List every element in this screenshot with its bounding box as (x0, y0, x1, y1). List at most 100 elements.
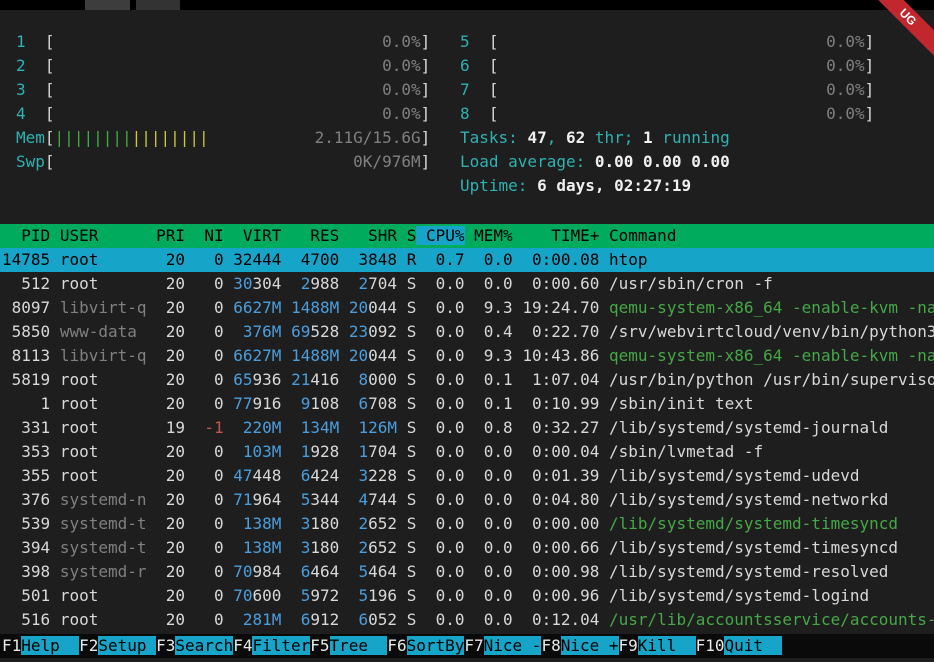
fkey-f2-setup[interactable]: F2Setup (79, 636, 156, 655)
process-table: PID USER PRI NI VIRT RES SHR S CPU% MEM%… (0, 224, 934, 632)
titlebar-tab-1[interactable] (85, 0, 130, 10)
process-nice: 0 (195, 514, 224, 533)
process-time: 0:04.80 (522, 490, 599, 509)
column-header-virt[interactable]: VIRT (233, 226, 281, 245)
process-row[interactable]: 353 root 20 0 103M 1928 1704 S 0.0 0.0 0… (0, 440, 934, 464)
process-time: 0:12.04 (522, 610, 599, 629)
process-pid: 8097 (2, 298, 50, 317)
process-row[interactable]: 376 systemd-n 20 0 71964 5344 4744 S 0.0… (0, 488, 934, 512)
fkey-f3-search[interactable]: F3Search (156, 636, 233, 655)
process-row[interactable]: 394 systemd-t 20 0 138M 3180 2652 S 0.0 … (0, 536, 934, 560)
column-header-shr[interactable]: SHR (349, 226, 397, 245)
fkey-f4-filter[interactable]: F4Filter (233, 636, 310, 655)
process-priority: 20 (156, 514, 185, 533)
process-pid: 355 (2, 466, 50, 485)
fkey-f5-tree[interactable]: F5Tree (310, 636, 387, 655)
fkey-f1-help[interactable]: F1Help (2, 636, 79, 655)
process-time: 0:00.96 (522, 586, 599, 605)
titlebar-tab-2[interactable] (136, 0, 180, 10)
process-time: 0:00.98 (522, 562, 599, 581)
process-row[interactable]: 14785 root 20 0 32444 4700 3848 R 0.7 0.… (0, 248, 934, 272)
fkey-number: F1 (2, 636, 21, 655)
process-row[interactable]: 5819 root 20 0 65936 21416 8000 S 0.0 0.… (0, 368, 934, 392)
meter-value: 0.0% (499, 56, 865, 75)
process-row[interactable]: 8097 libvirt-q 20 0 6627M 1488M 20044 S … (0, 296, 934, 320)
column-header-cpu[interactable]: CPU% (416, 226, 464, 245)
process-row[interactable]: 1 root 20 0 77916 9108 6708 S 0.0 0.1 0:… (0, 392, 934, 416)
process-row[interactable]: 5850 www-data 20 0 376M 69528 23092 S 0.… (0, 320, 934, 344)
column-header-res[interactable]: RES (291, 226, 339, 245)
process-cpu-percent: 0.0 (426, 514, 465, 533)
column-header-s[interactable]: S (407, 226, 417, 245)
column-header-command[interactable]: Command (609, 226, 676, 245)
process-user: root (60, 274, 147, 293)
process-row[interactable]: 516 root 20 0 281M 6912 6052 S 0.0 0.0 0… (0, 608, 934, 632)
process-command: qemu-system-x86_64 -enable-kvm -na (609, 346, 934, 365)
process-cpu-percent: 0.7 (426, 250, 465, 269)
process-row[interactable]: 331 root 19 -1 220M 134M 126M S 0.0 0.8 … (0, 416, 934, 440)
fkey-action-label: Quit (724, 636, 782, 655)
load-average-value: 0.00 0.00 0.00 (595, 152, 730, 171)
process-cpu-percent: 0.0 (426, 538, 465, 557)
mem-value: 3 (291, 538, 310, 557)
process-state: S (407, 442, 417, 461)
meter-label: Mem (16, 128, 45, 147)
process-row[interactable]: 398 systemd-r 20 0 70984 6464 5464 S 0.0… (0, 560, 934, 584)
process-pid: 539 (2, 514, 50, 533)
process-row[interactable]: 501 root 20 0 70600 5972 5196 S 0.0 0.0 … (0, 584, 934, 608)
fkey-f8-nice[interactable]: F8Nice + (541, 636, 618, 655)
process-row[interactable]: 355 root 20 0 47448 6424 3228 S 0.0 0.0 … (0, 464, 934, 488)
fkey-number: F2 (79, 636, 98, 655)
process-mem-percent: 0.1 (474, 370, 513, 389)
process-nice: 0 (195, 562, 224, 581)
column-header-pid[interactable]: PID (2, 226, 50, 245)
process-user: systemd-t (60, 514, 147, 533)
process-cpu-percent: 0.0 (426, 274, 465, 293)
process-user: root (60, 394, 147, 413)
process-state: S (407, 370, 417, 389)
column-header-mem[interactable]: MEM% (474, 226, 513, 245)
process-cpu-percent: 0.0 (426, 346, 465, 365)
fkey-number: F10 (696, 636, 725, 655)
fkey-f10-quit[interactable]: F10Quit (696, 636, 783, 655)
process-row[interactable]: 512 root 20 0 30304 2988 2704 S 0.0 0.0 … (0, 272, 934, 296)
fkey-action-label: Kill (638, 636, 696, 655)
process-priority: 19 (156, 418, 185, 437)
process-nice: -1 (195, 418, 224, 437)
process-mem-percent: 0.0 (474, 466, 513, 485)
process-time: 0:22.70 (522, 322, 599, 341)
process-command: htop (609, 250, 648, 269)
process-pid: 516 (2, 610, 50, 629)
column-header-ni[interactable]: NI (195, 226, 224, 245)
load-average-label: Load average: (460, 152, 595, 171)
mem-value: 20 (349, 346, 368, 365)
process-time: 19:24.70 (522, 298, 599, 317)
process-command: qemu-system-x86_64 -enable-kvm -na (609, 298, 934, 317)
process-nice: 0 (195, 586, 224, 605)
process-state: S (407, 466, 417, 485)
column-header-time[interactable]: TIME+ (522, 226, 599, 245)
process-user: systemd-t (60, 538, 147, 557)
fkey-f6-sortby[interactable]: F6SortBy (387, 636, 464, 655)
column-header-user[interactable]: USER (60, 226, 147, 245)
meter-label: 6 (460, 56, 489, 75)
load-average: Load average: 0.00 0.00 0.00 (460, 150, 874, 174)
process-priority: 20 (156, 274, 185, 293)
column-header-pri[interactable]: PRI (156, 226, 185, 245)
process-pid: 331 (2, 418, 50, 437)
mem-value: 23 (349, 322, 368, 341)
mem-value: 30 (233, 274, 252, 293)
fkey-f7-nice[interactable]: F7Nice - (464, 636, 541, 655)
fkey-f9-kill[interactable]: F9Kill (619, 636, 696, 655)
mem-value: 9 (291, 394, 310, 413)
process-time: 0:00.00 (522, 514, 599, 533)
process-row[interactable]: 539 systemd-t 20 0 138M 3180 2652 S 0.0 … (0, 512, 934, 536)
meter-value: 0.0% (55, 104, 421, 123)
mem-value: 1488M (291, 346, 339, 365)
process-priority: 20 (156, 298, 185, 317)
mem-value: 6627M (233, 346, 281, 365)
process-row[interactable]: 8113 libvirt-q 20 0 6627M 1488M 20044 S … (0, 344, 934, 368)
mem-value: 103M (233, 442, 281, 461)
mem-value: 138M (233, 514, 281, 533)
process-mem-percent: 0.0 (474, 562, 513, 581)
